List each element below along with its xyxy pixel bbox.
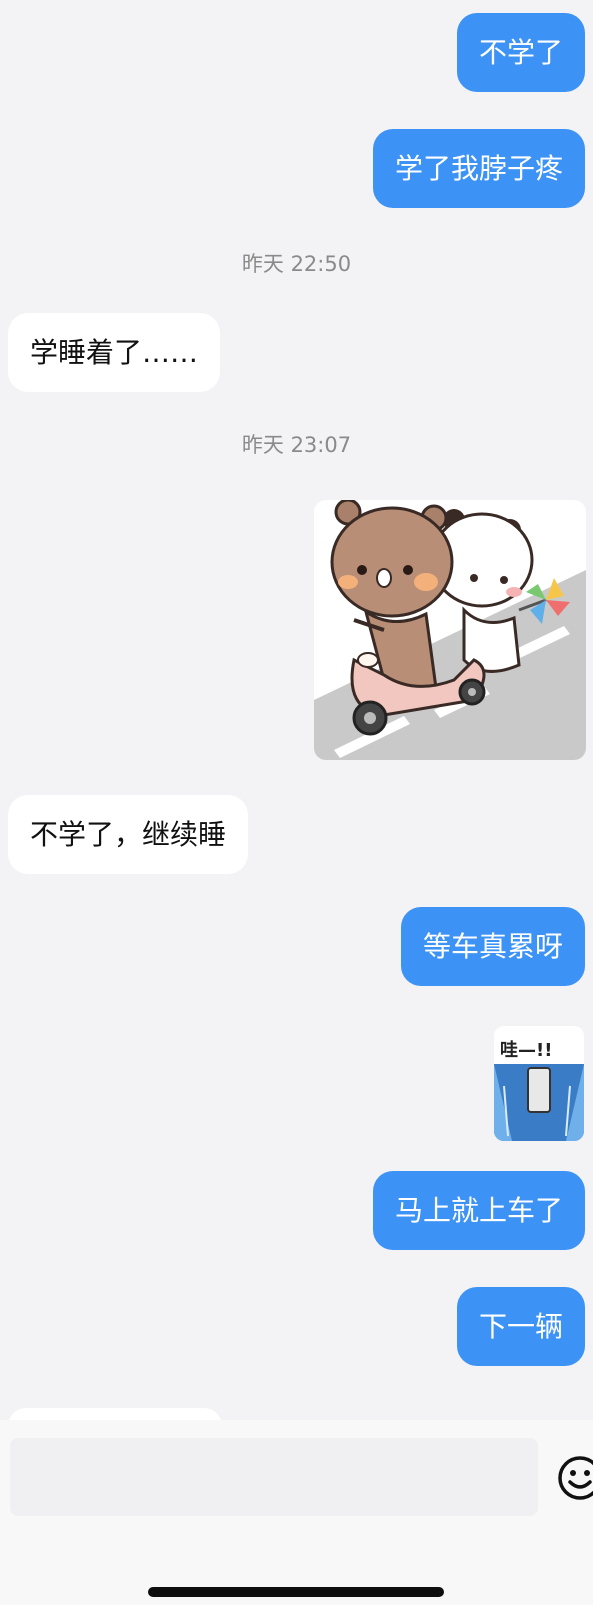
message-bubble-outgoing[interactable]: 等车真累呀 bbox=[400, 907, 585, 986]
smiley-face-icon[interactable] bbox=[556, 1454, 593, 1502]
bears-on-scooter-sticker[interactable] bbox=[314, 500, 586, 760]
input-bar bbox=[0, 1420, 593, 1605]
wa-umbrella-sticker[interactable]: 哇—!! bbox=[494, 1026, 584, 1141]
message-bubble-incoming[interactable]: 不学了，继续睡 bbox=[8, 795, 249, 874]
home-indicator bbox=[148, 1587, 444, 1597]
bears-on-scooter-illustration bbox=[314, 500, 586, 760]
message-bubble-outgoing[interactable]: 马上就上车了 bbox=[372, 1171, 585, 1250]
message-bubble-incoming[interactable]: 学睡着了…… bbox=[8, 313, 221, 392]
message-bubble-outgoing[interactable]: 不学了 bbox=[456, 13, 585, 92]
message-input[interactable] bbox=[10, 1438, 538, 1516]
message-bubble-outgoing[interactable]: 学了我脖子疼 bbox=[372, 129, 585, 208]
message-timestamp: 昨天 23:07 bbox=[241, 433, 352, 457]
sticker-text: 哇—!! bbox=[500, 1040, 552, 1061]
chat-screen: 不学了 学了我脖子疼 昨天 22:50 学睡着了…… 昨天 23:07 不学了，… bbox=[0, 0, 593, 1605]
message-bubble-outgoing[interactable]: 下一辆 bbox=[456, 1287, 585, 1366]
message-timestamp: 昨天 22:50 bbox=[241, 252, 352, 276]
wa-umbrella-illustration: 哇—!! bbox=[494, 1026, 584, 1141]
